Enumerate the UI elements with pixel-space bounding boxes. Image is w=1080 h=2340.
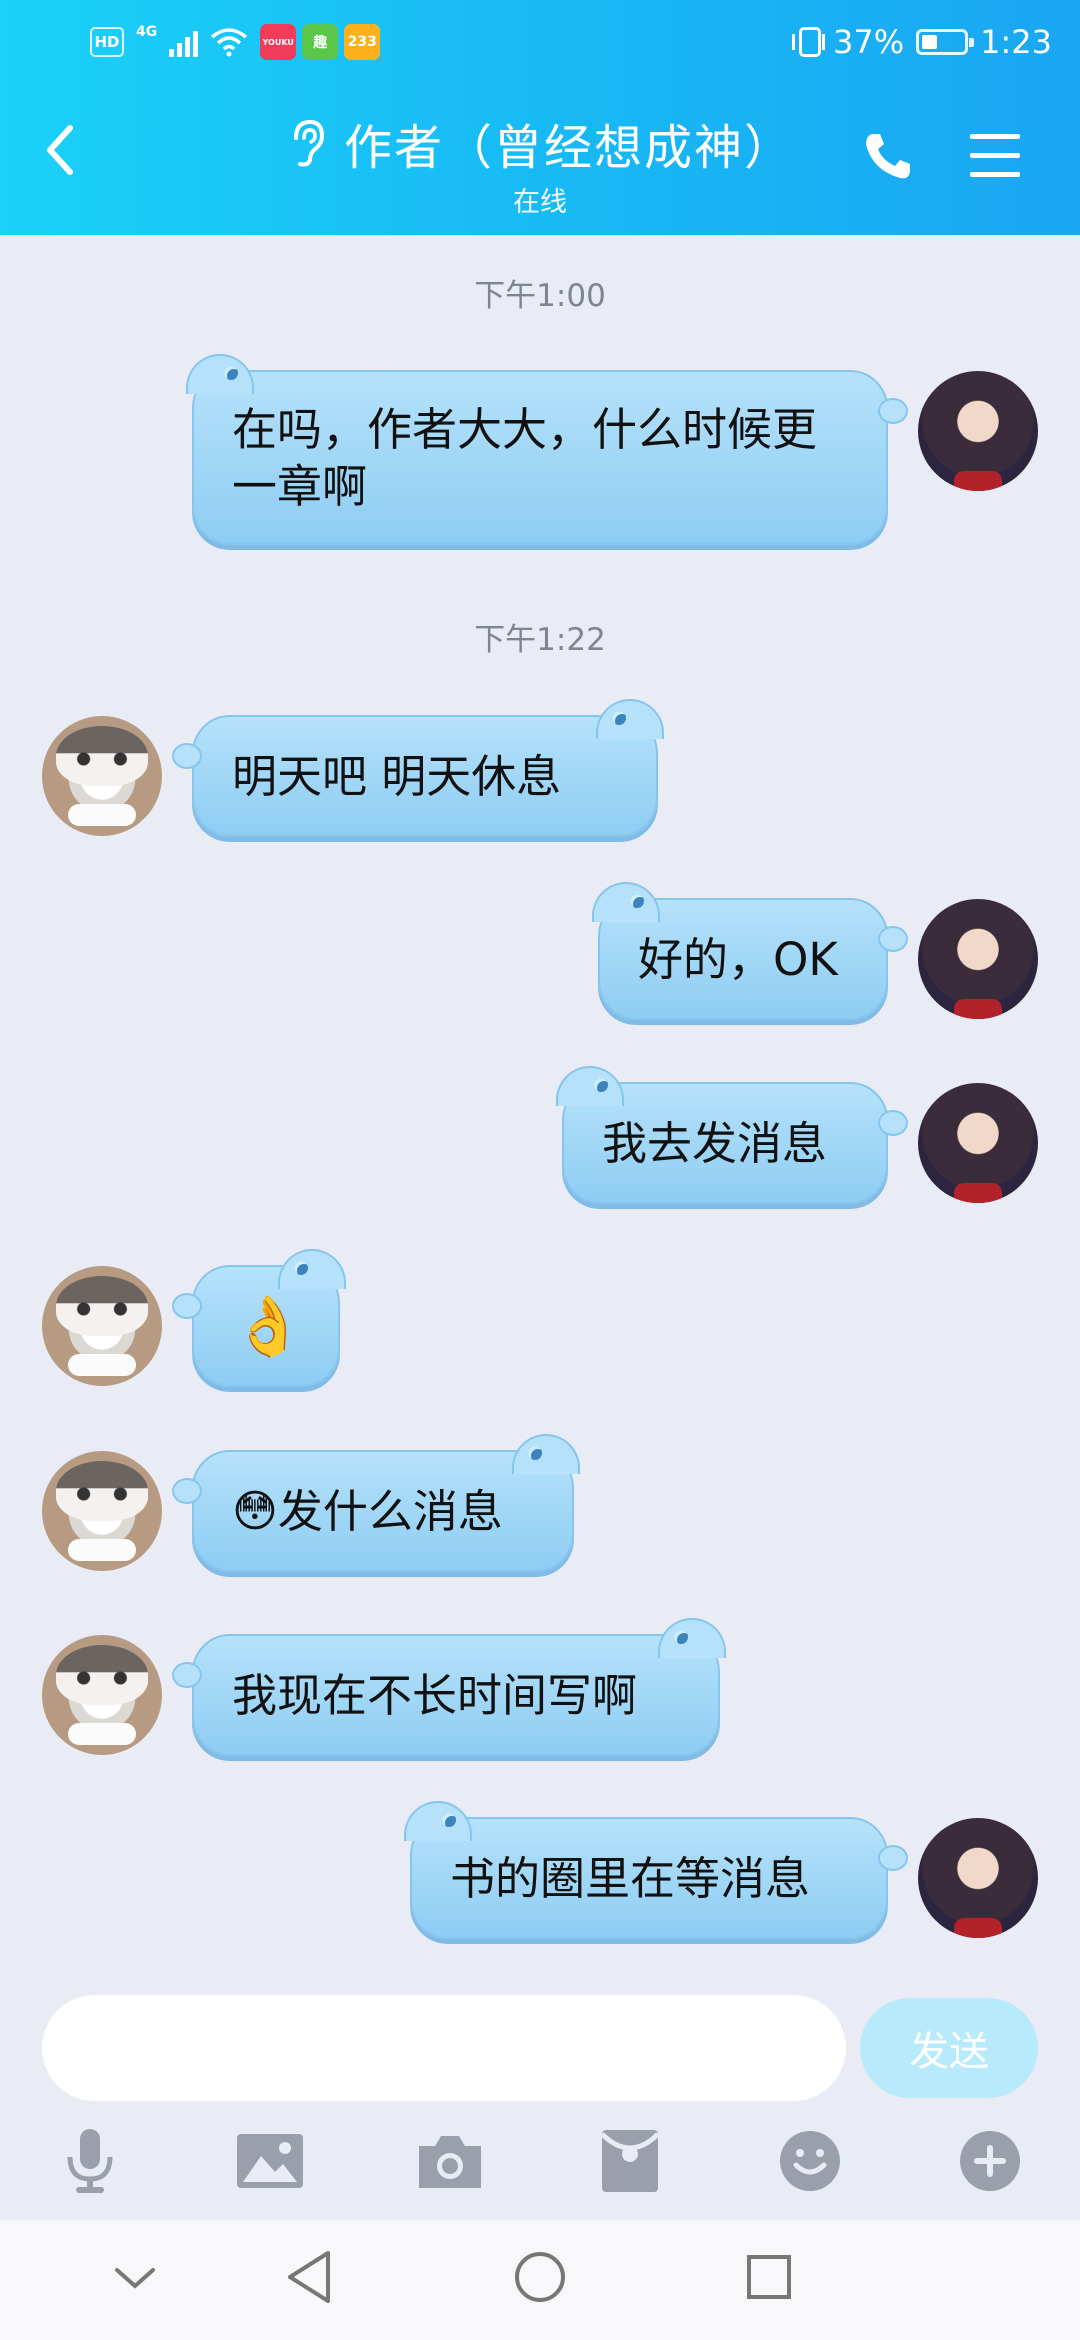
network-type: 4G: [136, 24, 158, 40]
my-avatar[interactable]: [918, 1818, 1038, 1938]
ear-icon: [293, 119, 324, 167]
my-avatar[interactable]: [918, 899, 1038, 1019]
menu-button[interactable]: [968, 130, 1022, 182]
system-nav-bar: [0, 2220, 1080, 2340]
sent-message-bubble[interactable]: 在吗，作者大大，什么时候更一章啊: [186, 354, 908, 545]
plus-icon[interactable]: [954, 2125, 1026, 2197]
contact-avatar[interactable]: [42, 716, 162, 836]
vibrate-icon: [792, 27, 826, 57]
bubble-decoration: [612, 711, 626, 725]
reader-app-icon: 趣: [302, 24, 339, 60]
bubble-decoration: [172, 1293, 202, 1319]
home-icon[interactable]: [505, 2242, 575, 2312]
camera-icon[interactable]: [414, 2125, 486, 2197]
status-bar-left: HD 4G YOUKU 趣 233: [90, 22, 381, 62]
message-text: 好的，OK: [638, 932, 838, 986]
message-text: 在吗，作者大大，什么时候更一章啊: [232, 402, 818, 513]
ok-hand-emoji: 👌: [232, 1291, 305, 1360]
phone-call-button[interactable]: [860, 128, 916, 184]
bubble-decoration: [878, 1110, 908, 1136]
bubble-decoration: [658, 1618, 726, 1658]
contact-avatar[interactable]: [42, 1266, 162, 1386]
my-avatar[interactable]: [918, 1083, 1038, 1203]
my-avatar[interactable]: [918, 371, 1038, 491]
chat-header: HD 4G YOUKU 趣 233 37% 1:23 作者（曾经想成神） 在线: [0, 0, 1080, 235]
battery-icon: [916, 29, 975, 55]
contact-avatar[interactable]: [42, 1451, 162, 1571]
message-text: 我现在不长时间写啊: [232, 1668, 638, 1722]
red-packet-icon[interactable]: [594, 2125, 666, 2197]
bubble-decoration: [596, 699, 664, 739]
wifi-icon: [211, 28, 248, 57]
bubble-decoration: [186, 354, 254, 394]
microphone-icon[interactable]: [54, 2125, 126, 2197]
bubble-decoration: [878, 1845, 908, 1871]
received-message-bubble[interactable]: 👌: [172, 1249, 346, 1387]
message-input[interactable]: [42, 1995, 846, 2101]
bubble-decoration: [172, 743, 202, 769]
youku-app-icon: YOUKU: [260, 24, 297, 60]
image-icon[interactable]: [234, 2125, 306, 2197]
signal-icon: [169, 27, 199, 57]
timestamp: 下午1:00: [474, 278, 606, 314]
sent-message-bubble[interactable]: 我去发消息: [556, 1066, 908, 1204]
contact-avatar[interactable]: [42, 1635, 162, 1755]
bubble-decoration: [594, 1078, 608, 1092]
message-text: 发什么消息: [277, 1484, 503, 1538]
back-icon[interactable]: [274, 2242, 344, 2312]
bubble-decoration: [442, 1813, 456, 1827]
message-text: 明天吧 明天休息: [232, 749, 562, 803]
send-button[interactable]: 发送: [860, 1998, 1038, 2098]
received-message-bubble[interactable]: 😳 发什么消息: [172, 1434, 580, 1572]
bubble-decoration: [556, 1066, 624, 1106]
recents-icon[interactable]: [734, 2242, 804, 2312]
bubble-decoration: [172, 1662, 202, 1688]
bubble-decoration: [172, 1478, 202, 1504]
battery-percent: 37%: [833, 23, 905, 61]
notification-app-icons: YOUKU 趣 233: [260, 24, 381, 60]
bubble-decoration: [674, 1630, 688, 1644]
message-text: 我去发消息: [602, 1116, 828, 1170]
clock: 1:23: [980, 23, 1052, 61]
contact-name: 作者（曾经想成神）: [343, 120, 794, 176]
chat-title-area[interactable]: 作者（曾经想成神） 在线: [0, 108, 1080, 219]
online-status: 在线: [513, 187, 567, 218]
message-text: 书的圈里在等消息: [450, 1851, 811, 1905]
bubble-decoration: [630, 894, 644, 908]
status-bar-right: 37% 1:23: [792, 20, 1052, 64]
bubble-decoration: [878, 398, 908, 424]
hd-badge: HD: [90, 27, 124, 57]
received-message-bubble[interactable]: 明天吧 明天休息: [172, 699, 664, 837]
collapse-icon[interactable]: [100, 2242, 170, 2312]
sent-message-bubble[interactable]: 书的圈里在等消息: [404, 1801, 908, 1939]
233-app-icon: 233: [344, 24, 381, 60]
sent-message-bubble[interactable]: 好的，OK: [592, 882, 908, 1020]
bubble-decoration: [294, 1261, 308, 1275]
bubble-decoration: [528, 1446, 542, 1460]
bubble-decoration: [224, 366, 238, 380]
timestamp: 下午1:22: [474, 622, 606, 658]
bubble-decoration: [278, 1249, 346, 1289]
bubble-decoration: [512, 1434, 580, 1474]
bubble-decoration: [878, 926, 908, 952]
received-message-bubble[interactable]: 我现在不长时间写啊: [172, 1618, 726, 1756]
bubble-decoration: [404, 1801, 472, 1841]
emoji-icon[interactable]: [774, 2125, 846, 2197]
flushed-face-emoji: 😳: [232, 1485, 278, 1537]
bubble-decoration: [592, 882, 660, 922]
